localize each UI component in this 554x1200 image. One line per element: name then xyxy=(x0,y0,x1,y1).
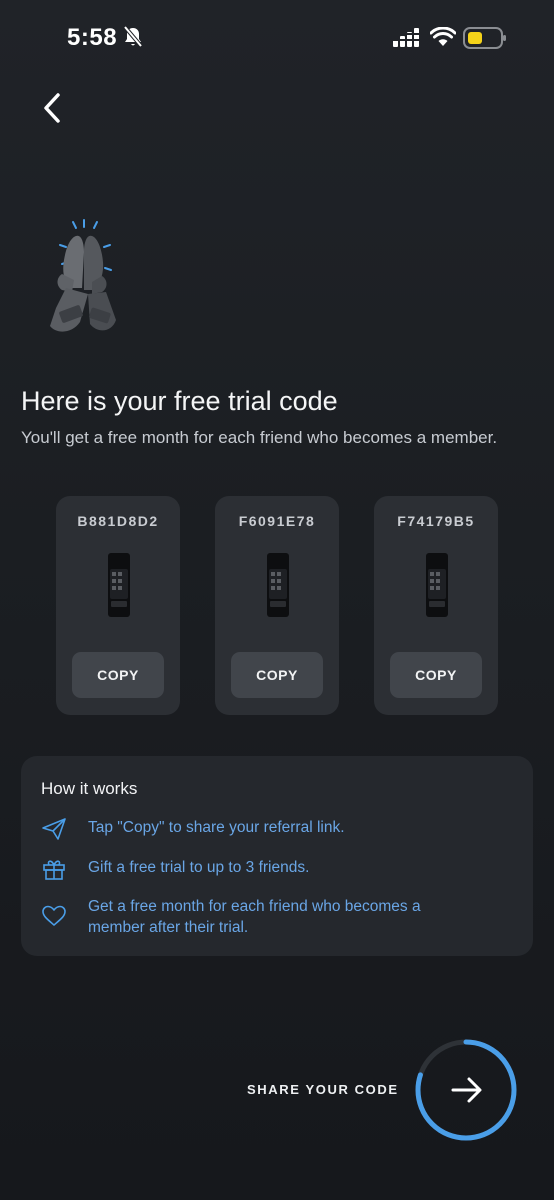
how-it-works-item: Tap "Copy" to share your referral link. xyxy=(41,817,511,841)
code-cards: B881D8D2 COPY F6091E78 COPY F74179B5 COP… xyxy=(56,496,498,716)
how-it-works-item: Get a free month for each friend who bec… xyxy=(41,896,511,938)
copy-button[interactable]: COPY xyxy=(72,652,164,698)
trial-code: F6091E78 xyxy=(238,513,316,529)
page-title: Here is your free trial code xyxy=(21,386,338,416)
wifi-icon xyxy=(430,27,456,46)
status-time: 5:58 xyxy=(67,24,118,51)
fitness-band-icon xyxy=(426,553,448,617)
share-code-label: SHARE YOUR CODE xyxy=(247,1082,399,1097)
signal-icon xyxy=(393,28,419,47)
high-five-hands-icon xyxy=(50,219,116,332)
how-it-works-text: Tap "Copy" to share your referral link. xyxy=(88,819,345,836)
gift-icon xyxy=(43,860,65,880)
bell-muted-icon xyxy=(123,26,143,48)
code-card: B881D8D2 COPY xyxy=(56,496,180,715)
fitness-band-icon xyxy=(108,553,130,617)
how-it-works-text: Gift a free trial to up to 3 friends. xyxy=(88,859,310,876)
trial-code: F74179B5 xyxy=(397,513,475,529)
back-button[interactable] xyxy=(34,88,70,128)
how-it-works-text: Get a free month for each friend who bec… xyxy=(88,898,421,936)
arrow-right-icon xyxy=(451,1077,482,1103)
battery-icon xyxy=(463,27,506,49)
fitness-band-icon xyxy=(267,553,289,617)
status-bar: 5:58 xyxy=(0,0,554,70)
trial-code: B881D8D2 xyxy=(77,513,159,529)
copy-button[interactable]: COPY xyxy=(390,652,482,698)
code-card: F74179B5 COPY xyxy=(374,496,498,715)
page-subtitle: You'll get a free month for each friend … xyxy=(21,428,498,447)
chevron-left-icon xyxy=(44,93,60,123)
how-it-works-panel: How it works Tap "Copy" to share your re… xyxy=(21,756,533,956)
paper-plane-icon xyxy=(42,818,66,840)
how-it-works-title: How it works xyxy=(41,779,138,798)
heart-icon xyxy=(42,905,66,926)
code-card: F6091E78 COPY xyxy=(215,496,339,715)
next-button[interactable] xyxy=(413,1037,519,1143)
how-it-works-item: Gift a free trial to up to 3 friends. xyxy=(41,857,511,881)
copy-button[interactable]: COPY xyxy=(231,652,323,698)
